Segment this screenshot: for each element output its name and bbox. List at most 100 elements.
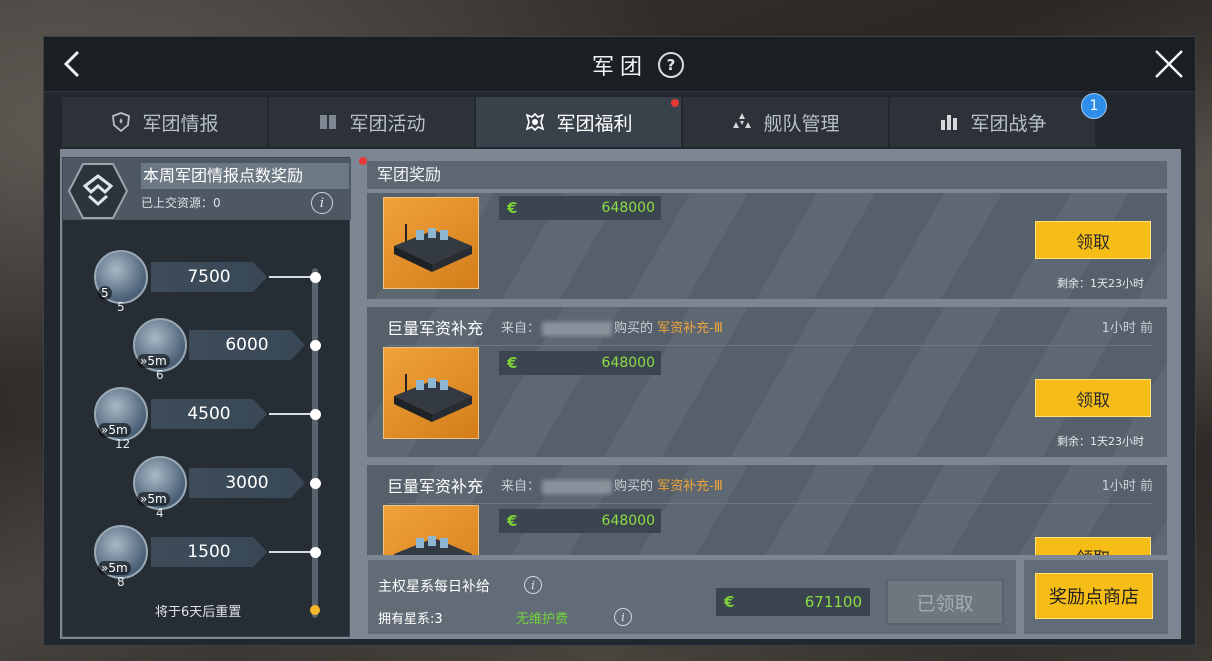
reward-count: 5 bbox=[117, 300, 125, 314]
daily-supply-title: 主权星系每日补给 bbox=[378, 579, 490, 595]
milestone-points: 4500 bbox=[151, 399, 267, 429]
left-header: 本周军团情报点数奖励 已上交资源：0 i bbox=[63, 158, 351, 220]
left-title: 本周军团情报点数奖励 bbox=[141, 163, 349, 189]
milestone-7500: 5 5 7500 bbox=[63, 246, 351, 314]
title-group: 军团 ? bbox=[592, 49, 685, 81]
reward-item-icon[interactable]: »5m bbox=[133, 456, 187, 510]
supply-crate-image bbox=[383, 347, 479, 439]
reward-count: 4 bbox=[156, 506, 164, 520]
tab-legion-war[interactable]: 军团战争 1 bbox=[890, 93, 1107, 147]
card-time: 1小时 前 bbox=[1101, 479, 1153, 494]
reset-timer: 将于6天后重置 bbox=[155, 605, 242, 620]
book-icon bbox=[320, 115, 337, 129]
claim-button[interactable]: 领取 bbox=[1035, 221, 1151, 259]
info-icon[interactable]: i bbox=[524, 576, 542, 594]
legion-window: 军团 ? 军团情报 军团活动 军团福利 舰队管理 军团战争 1 本周军团情报点数… bbox=[43, 36, 1196, 646]
shield-icon bbox=[112, 112, 131, 133]
tab-bar: 军团情报 军团活动 军团福利 舰队管理 军团战争 1 bbox=[62, 93, 1107, 147]
tab-label: 军团战争 bbox=[970, 112, 1047, 135]
legion-rewards: 军团奖励 €648000 领取 剩余：1天23小时 巨量军资补充 来自： 购买的 … bbox=[359, 157, 1177, 637]
resource-amount: €648000 bbox=[499, 196, 661, 220]
remaining-time: 剩余：1天23小时 bbox=[1057, 277, 1144, 290]
alert-dot bbox=[671, 99, 679, 107]
reward-tag: 5 bbox=[98, 286, 112, 300]
question-icon[interactable]: ? bbox=[658, 52, 685, 78]
connector bbox=[269, 276, 311, 278]
section-title: 军团奖励 bbox=[367, 161, 1167, 189]
milestone-points: 1500 bbox=[151, 537, 267, 567]
claim-button[interactable]: 领取 bbox=[1035, 537, 1151, 555]
milestone-dot bbox=[310, 478, 321, 489]
reward-item-icon[interactable]: »5m bbox=[94, 525, 148, 579]
progress-end-dot bbox=[310, 605, 320, 615]
claim-button[interactable]: 领取 bbox=[1035, 379, 1151, 417]
card-source: 来自： 购买的 军资补充-Ⅲ bbox=[501, 479, 723, 494]
credits-icon: € bbox=[724, 593, 735, 611]
reward-tag: »5m bbox=[137, 354, 170, 368]
milestone-3000: »5m 4 3000 bbox=[63, 452, 351, 520]
close-button[interactable] bbox=[1153, 48, 1185, 80]
resource-amount: €648000 bbox=[499, 509, 661, 533]
reward-count: 6 bbox=[156, 368, 164, 382]
reward-card: €648000 领取 剩余：1天23小时 bbox=[367, 193, 1167, 299]
gift-icon bbox=[526, 112, 545, 132]
milestone-dot bbox=[310, 409, 321, 420]
credits-icon: € bbox=[507, 199, 518, 217]
tab-legion-activity[interactable]: 军团活动 bbox=[269, 97, 474, 147]
reward-item-icon[interactable]: »5m bbox=[94, 387, 148, 441]
tab-label: 军团福利 bbox=[556, 112, 633, 135]
close-icon bbox=[1155, 50, 1183, 78]
credits-icon: € bbox=[507, 512, 518, 530]
milestone-points: 6000 bbox=[189, 330, 305, 360]
claimed-button[interactable]: 已领取 bbox=[886, 579, 1004, 625]
milestone-dot bbox=[310, 272, 321, 283]
blurred-name bbox=[542, 321, 613, 336]
reward-count: 8 bbox=[117, 575, 125, 589]
daily-supply-panel: 主权星系每日补给 i 拥有星系:3 无维护费 i €671100 已领取 bbox=[367, 559, 1017, 635]
card-source: 来自： 购买的 军资补充-Ⅲ bbox=[501, 321, 723, 336]
war-icon bbox=[941, 115, 958, 130]
remaining-time: 剩余：1天23小时 bbox=[1057, 435, 1144, 448]
supply-crate-image bbox=[383, 505, 479, 555]
reward-item-icon[interactable]: 5 bbox=[94, 250, 148, 304]
title-bar: 军团 ? bbox=[44, 37, 1195, 92]
connector bbox=[269, 413, 311, 415]
milestone-dot bbox=[310, 340, 321, 351]
tab-legion-intel[interactable]: 军团情报 bbox=[62, 97, 267, 147]
milestone-points: 7500 bbox=[151, 262, 267, 292]
weekly-intel-rewards: 本周军团情报点数奖励 已上交资源：0 i 5 5 7500 »5m 6 6000… bbox=[62, 157, 351, 637]
tab-label: 军团情报 bbox=[142, 112, 219, 135]
alert-dot bbox=[359, 157, 367, 165]
legion-emblem-icon bbox=[67, 163, 129, 219]
reward-tag: »5m bbox=[98, 423, 131, 437]
reward-shop-button[interactable]: 奖励点商店 bbox=[1035, 573, 1153, 619]
reward-tag: »5m bbox=[137, 492, 170, 506]
tab-fleet-management[interactable]: 舰队管理 bbox=[683, 97, 888, 147]
reward-card: 巨量军资补充 来自：购买的 军资补充-Ⅲ 1小时 前 €648000 领取 bbox=[367, 465, 1167, 555]
fleet-icon bbox=[733, 113, 752, 128]
maintenance-status: 无维护费 bbox=[516, 612, 569, 627]
milestone-4500: »5m 12 4500 bbox=[63, 383, 351, 451]
notification-badge: 1 bbox=[1081, 93, 1107, 119]
info-icon[interactable]: i bbox=[311, 192, 333, 214]
card-time: 1小时 前 bbox=[1101, 321, 1153, 336]
reward-item-icon[interactable]: »5m bbox=[133, 318, 187, 372]
card-title: 巨量军资补充 bbox=[387, 477, 484, 496]
card-title: 巨量军资补充 bbox=[387, 319, 484, 338]
tab-label: 军团活动 bbox=[349, 112, 426, 135]
reward-count: 12 bbox=[115, 437, 131, 451]
blurred-name bbox=[542, 479, 613, 494]
tab-legion-welfare[interactable]: 军团福利 bbox=[476, 97, 681, 147]
tab-label: 舰队管理 bbox=[763, 112, 840, 135]
page-title: 军团 bbox=[592, 55, 649, 80]
back-button[interactable] bbox=[58, 49, 88, 79]
supply-crate-image bbox=[383, 197, 479, 289]
reward-card: 巨量军资补充 来自： 购买的 军资补充-Ⅲ 1小时 前 €648000 领取 剩余… bbox=[367, 307, 1167, 457]
content-area: 本周军团情报点数奖励 已上交资源：0 i 5 5 7500 »5m 6 6000… bbox=[60, 149, 1181, 639]
milestone-dot bbox=[310, 547, 321, 558]
milestone-6000: »5m 6 6000 bbox=[63, 314, 351, 382]
milestone-points: 3000 bbox=[189, 468, 305, 498]
credits-icon: € bbox=[507, 354, 518, 372]
info-icon[interactable]: i bbox=[614, 608, 632, 626]
submitted-resources: 已上交资源：0 bbox=[141, 196, 221, 210]
